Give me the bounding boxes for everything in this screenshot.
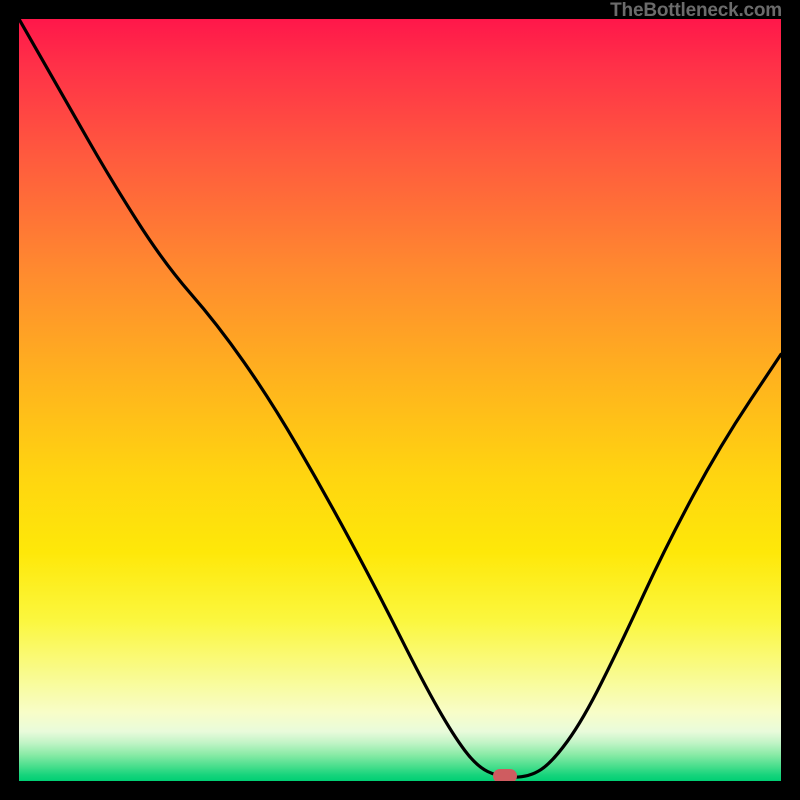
chart-frame: TheBottleneck.com [0,0,800,800]
plot-area [19,19,781,781]
attribution-text: TheBottleneck.com [610,0,782,22]
bottleneck-curve [19,19,781,777]
optimal-marker [493,769,517,781]
curve-svg [19,19,781,781]
